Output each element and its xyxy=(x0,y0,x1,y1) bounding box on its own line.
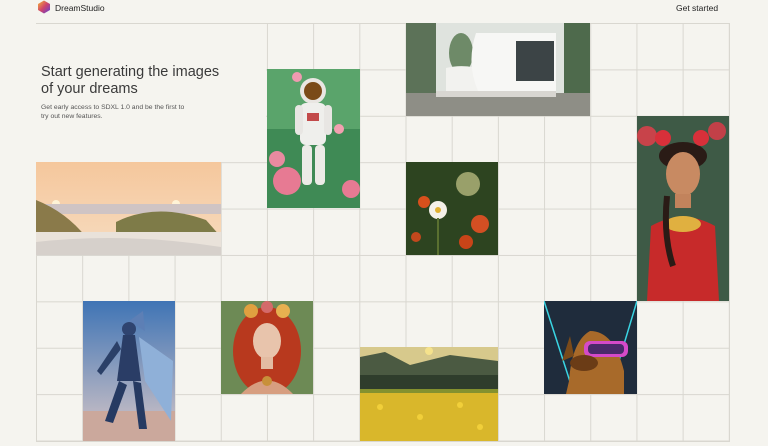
frida-portrait-image[interactable] xyxy=(637,116,729,301)
yellow-flower-field-image[interactable] xyxy=(360,347,498,441)
top-navigation-bar: DreamStudio Get started xyxy=(0,0,768,22)
hero-headline: Start generating the images of your drea… xyxy=(41,64,220,97)
daisy-flower-image[interactable] xyxy=(406,162,498,255)
brand-name: DreamStudio xyxy=(55,3,105,13)
astronaut-with-roses-image[interactable] xyxy=(267,69,360,208)
beach-dunes-sunset-image[interactable] xyxy=(36,162,221,255)
modern-architecture-image[interactable] xyxy=(406,23,590,116)
red-haired-woman-image[interactable] xyxy=(221,301,313,394)
vr-dog-image[interactable] xyxy=(544,301,637,394)
get-started-link[interactable]: Get started xyxy=(676,3,718,13)
hero-subtext: Get early access to SDXL 1.0 and be the … xyxy=(41,104,185,120)
winged-robot-image[interactable] xyxy=(83,301,175,441)
dreamstudio-logo-icon[interactable] xyxy=(37,0,51,14)
